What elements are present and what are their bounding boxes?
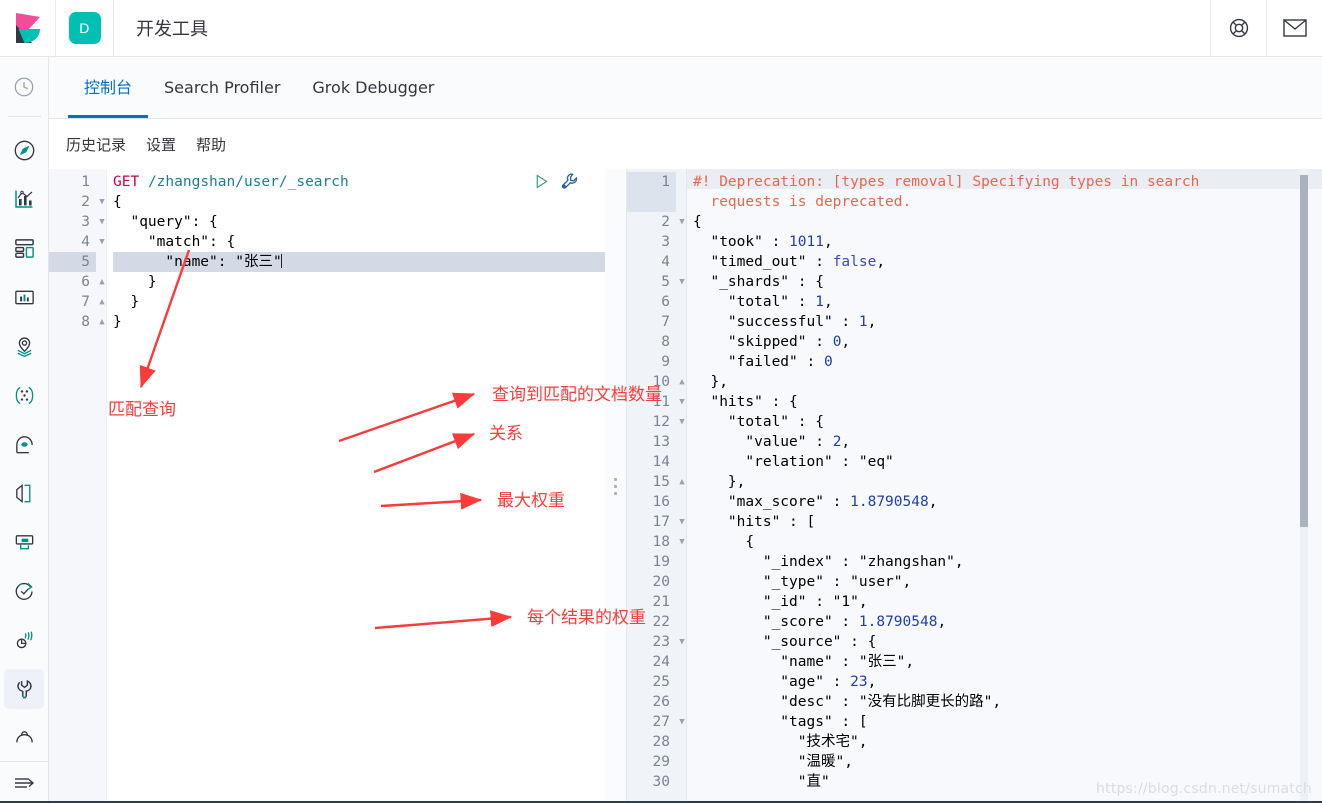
console-body: 1 2 ▼ 3 ▼ 4 ▼ 5 6 ▲ 7 ▲ 8 ▲ GET /zhangshan/user/_sear… [49, 169, 1322, 803]
tab-search-profiler[interactable]: Search Profiler [148, 57, 296, 118]
gear-cog-icon [15, 730, 33, 742]
life-ring-icon [1229, 18, 1248, 38]
infra-icon [15, 435, 33, 453]
sidebar-item-visualize[interactable] [4, 179, 44, 219]
watermark: https://blog.csdn.net/sumatch [1096, 781, 1312, 797]
help-link[interactable]: 帮助 [196, 134, 226, 155]
sidebar-item-uptime[interactable] [4, 571, 44, 611]
arrow-each-score [374, 610, 513, 630]
dashboard-grid-icon [14, 238, 34, 258]
uptime-check-icon [15, 582, 33, 600]
arrow-max-score [380, 492, 483, 510]
sidebar-item-canvas[interactable] [4, 277, 44, 317]
global-header: D 开发工具 [0, 0, 1322, 57]
arrow-relation [373, 432, 476, 474]
rail-divider [7, 116, 41, 117]
space-initial: D [68, 12, 101, 44]
bar-chart-icon [15, 190, 33, 208]
header-actions [1210, 0, 1322, 56]
nav-collapse-button[interactable] [0, 761, 48, 803]
siem-signal-icon [16, 630, 32, 648]
dev-tools-console-page: D 开发工具 控制台 Search Profiler Grok Debugger… [0, 0, 1322, 803]
annotation-max-score: 最大权重 [497, 491, 565, 511]
logs-pages-icon [15, 483, 30, 503]
compass-icon [14, 140, 34, 160]
sidebar-item-dev-tools[interactable] [4, 669, 44, 709]
arrow-doc-count [338, 392, 476, 443]
sidebar-item-infrastructure[interactable] [4, 424, 44, 464]
arrow-match-query [139, 249, 191, 389]
sidebar-item-apm[interactable] [4, 522, 44, 562]
kibana-logo-icon [15, 13, 40, 43]
presentation-icon [14, 290, 34, 304]
network-nodes-icon [15, 386, 33, 404]
sidebar-item-recently-viewed[interactable] [4, 67, 44, 107]
space-avatar[interactable]: D [56, 0, 114, 56]
annotation-layer [139, 249, 513, 630]
console-tabs: 控制台 Search Profiler Grok Debugger [49, 57, 1322, 119]
annotation-each-score: 每个结果的权重 [527, 608, 646, 628]
sidebar-item-maps[interactable] [4, 326, 44, 366]
tab-grok-debugger[interactable]: Grok Debugger [296, 57, 450, 118]
wrench-icon [16, 679, 32, 698]
kibana-logo[interactable] [0, 0, 56, 56]
annotation-match-query: 匹配查询 [108, 400, 176, 420]
annotation-relation: 关系 [489, 424, 523, 444]
collapse-arrow-icon [15, 777, 35, 788]
sidebar-item-discover[interactable] [4, 130, 44, 170]
sidebar-item-machine-learning[interactable] [4, 375, 44, 415]
newsfeed-button[interactable] [1266, 0, 1322, 56]
help-button[interactable] [1210, 0, 1266, 56]
primary-nav-rail [0, 57, 49, 803]
settings-link[interactable]: 设置 [146, 134, 176, 155]
clock-icon [14, 77, 34, 97]
console-toolbar: 历史记录 设置 帮助 [49, 119, 1322, 169]
mail-icon [1282, 19, 1307, 37]
tab-console[interactable]: 控制台 [68, 57, 149, 118]
sidebar-item-management[interactable] [4, 718, 44, 758]
sidebar-item-dashboard[interactable] [4, 228, 44, 268]
apm-icon [15, 534, 33, 549]
page-title: 开发工具 [136, 19, 208, 40]
annotation-doc-count: 查询到匹配的文档数量 [492, 385, 662, 405]
map-pin-layers-icon [16, 336, 32, 357]
history-link[interactable]: 历史记录 [66, 134, 126, 155]
sidebar-item-logs[interactable] [4, 473, 44, 513]
sidebar-item-siem[interactable] [4, 620, 44, 660]
